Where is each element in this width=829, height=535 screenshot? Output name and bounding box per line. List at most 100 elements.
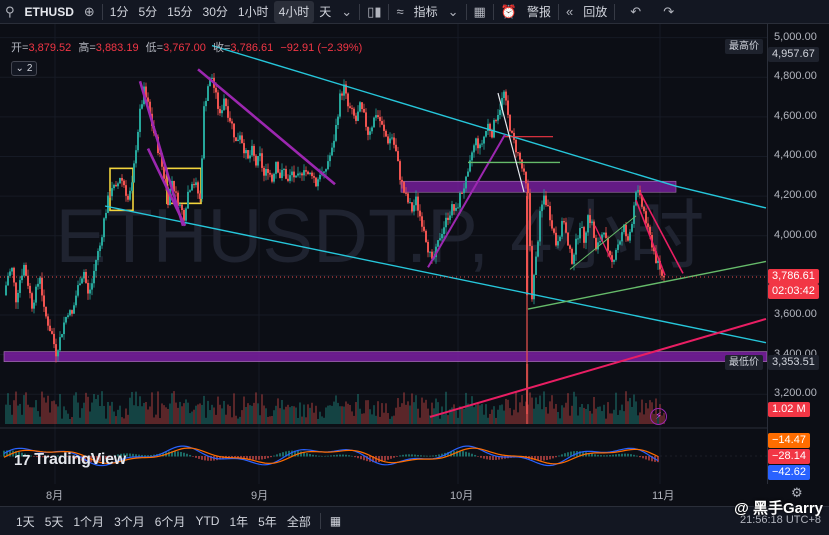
interval-15m[interactable]: 15分 <box>162 0 197 24</box>
volume-bar <box>419 417 421 424</box>
search-icon[interactable]: ⚲ <box>0 0 20 24</box>
range-5d[interactable]: 5天 <box>40 513 69 530</box>
volume-bar <box>105 418 107 424</box>
range-3m[interactable]: 3个月 <box>109 513 150 530</box>
indicators-button[interactable]: 指标 <box>409 0 443 24</box>
symbol-button[interactable]: ETHUSD <box>20 0 79 24</box>
candle-body <box>401 179 403 182</box>
candle-body <box>529 193 531 247</box>
volume-bar <box>489 413 491 424</box>
time-axis[interactable]: 8月 9月 10月 11月 <box>0 484 767 502</box>
macd-histogram-bar <box>642 456 644 459</box>
volume-bar <box>271 416 273 424</box>
candle-body <box>483 136 485 144</box>
volume-bar <box>269 416 271 424</box>
volume-bar <box>27 404 29 424</box>
range-1y[interactable]: 1年 <box>224 513 253 530</box>
volume-bar <box>593 396 595 424</box>
volume-bar <box>427 408 429 424</box>
interval-4h[interactable]: 4小时 <box>273 0 315 23</box>
candle-body <box>335 125 337 141</box>
volume-bar <box>357 394 359 424</box>
plus-icon[interactable]: ⊕ <box>79 0 100 24</box>
replay-icon[interactable]: « <box>561 0 578 24</box>
macd-histogram-bar <box>399 455 401 457</box>
interval-1h[interactable]: 1小时 <box>233 0 274 24</box>
macd-histogram-bar <box>414 454 416 457</box>
macd-histogram-bar <box>132 453 134 457</box>
change-value: −92.91 (−2.39%) <box>280 42 363 54</box>
macd-histogram-bar <box>306 453 308 457</box>
candle-body <box>363 109 365 113</box>
volume-bar <box>165 407 167 424</box>
volume-bar <box>469 404 471 424</box>
bolt-icon[interactable]: ⚡ <box>650 408 667 425</box>
candle-body <box>421 216 423 227</box>
volume-bar <box>529 392 531 424</box>
volume-bar <box>75 392 77 424</box>
candle-body <box>429 251 431 253</box>
candle-body <box>93 270 95 284</box>
interval-1d[interactable]: 天 <box>314 0 336 24</box>
candle-body <box>517 152 519 154</box>
volume-bar <box>191 411 193 424</box>
macd-histogram-bar <box>273 455 275 457</box>
volume-bar <box>617 414 619 424</box>
interval-30m[interactable]: 30分 <box>198 0 233 24</box>
candle-body <box>575 238 577 255</box>
volume-bar <box>119 405 121 424</box>
candle-body <box>251 145 253 156</box>
volume-bar <box>177 407 179 424</box>
candle-body <box>317 179 319 187</box>
chevron-down-icon[interactable]: ⌄ <box>443 0 464 24</box>
candle-body <box>471 152 473 161</box>
volume-bar <box>491 409 493 424</box>
volume-bar <box>163 405 165 424</box>
candle-body <box>139 108 141 132</box>
redo-icon[interactable]: ↷ <box>658 0 679 24</box>
interval-5m[interactable]: 5分 <box>133 0 162 24</box>
macd-histogram-bar <box>630 454 632 457</box>
range-all[interactable]: 全部 <box>282 513 316 530</box>
candle-body <box>631 223 633 232</box>
alert-button[interactable]: 警报 <box>522 0 556 24</box>
candle-body <box>133 163 135 183</box>
interval-1m[interactable]: 1分 <box>105 0 134 24</box>
layout-icon[interactable]: ▦ <box>469 0 491 24</box>
volume-bar <box>229 405 231 424</box>
volume-bar <box>401 403 403 424</box>
volume-bar <box>315 405 317 424</box>
macd-histogram-bar <box>426 455 428 457</box>
volume-bar <box>487 417 489 424</box>
chevron-down-icon[interactable]: ⌄ <box>336 0 357 24</box>
volume-bar <box>483 414 485 424</box>
macd-histogram-bar <box>489 456 491 460</box>
crash-candle-body <box>526 196 529 296</box>
candle-body <box>187 191 189 209</box>
range-6m[interactable]: 6个月 <box>150 513 191 530</box>
macd-histogram-bar <box>636 455 638 457</box>
undo-icon[interactable]: ↶ <box>625 0 646 24</box>
volume-bar <box>347 403 349 424</box>
volume-bar <box>563 407 565 424</box>
candles-icon[interactable]: ▯▮ <box>362 0 386 24</box>
alert-icon[interactable]: ⏰ <box>496 0 522 24</box>
range-5y[interactable]: 5年 <box>253 513 282 530</box>
range-1m[interactable]: 1个月 <box>68 513 109 530</box>
resistance-zone <box>400 180 677 193</box>
macd-histogram-bar <box>183 452 185 457</box>
volume-bar <box>319 411 321 424</box>
volume-bar <box>473 407 475 424</box>
indicators-icon[interactable]: ≈ <box>391 0 408 24</box>
calendar-icon[interactable]: ▦ <box>325 514 346 528</box>
replay-button[interactable]: 回放 <box>578 0 612 24</box>
range-1d[interactable]: 1天 <box>11 513 40 530</box>
volume-bar <box>559 418 561 424</box>
volume-bar <box>189 413 191 424</box>
volume-bar <box>415 395 417 424</box>
indicator-toggle[interactable]: ⌄ 2 <box>11 61 37 76</box>
volume-bar <box>231 417 233 424</box>
price-axis[interactable]: 5,000.00 4,800.00 4,600.00 4,400.00 4,200.00… <box>767 24 829 484</box>
candle-body <box>403 181 405 193</box>
range-ytd[interactable]: YTD <box>190 514 224 528</box>
